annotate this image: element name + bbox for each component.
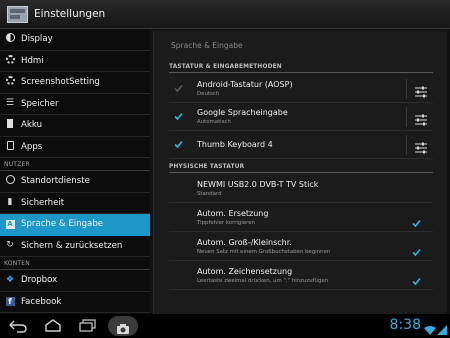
signal-icon	[437, 320, 447, 338]
lock-icon: ▮	[7, 197, 13, 208]
keyboard-row-thumb[interactable]: Thumb Keyboard 4	[169, 131, 433, 159]
sidebar-item-label: Akku	[21, 120, 43, 131]
system-navigation-bar: 8:38	[0, 314, 450, 338]
storage-icon: ☰	[5, 98, 15, 109]
keyboard-row-aosp[interactable]: Android-Tastatur (AOSP) Deutsch	[169, 75, 433, 103]
sidebar-item-label: Sicherheit	[21, 197, 65, 208]
sidebar-header-users: NUTZER	[0, 158, 150, 171]
location-icon	[3, 175, 17, 187]
dropbox-icon: ❖	[5, 274, 15, 285]
checkbox-checked[interactable]	[174, 112, 183, 121]
camera-icon	[116, 320, 130, 338]
sidebar-item-security[interactable]: ▮ Sicherheit	[0, 193, 150, 214]
home-icon[interactable]	[43, 318, 63, 337]
sidebar-item-language-input[interactable]: A Sprache & Eingabe	[0, 214, 150, 236]
sidebar-item-label: Speicher	[21, 98, 59, 109]
sidebar-header-accounts: KONTEN	[0, 257, 150, 270]
sidebar: Display Hdmi ScreenshotSetting ☰ Speiche…	[0, 29, 150, 314]
keyboard-label: Thumb Keyboard 4	[197, 140, 273, 149]
status-clock[interactable]: 8:38	[390, 317, 421, 333]
display-icon	[3, 33, 17, 45]
back-icon[interactable]	[8, 318, 28, 337]
option-label: Autom. Zeichensetzung	[197, 267, 293, 276]
backup-icon: ↻	[6, 240, 14, 251]
keyboard-sub: Deutsch	[197, 91, 220, 97]
sidebar-item-storage[interactable]: ☰ Speicher	[0, 94, 150, 115]
option-auto-caps[interactable]: Autom. Groß-/Kleinschr. Neuen Satz mit e…	[169, 232, 433, 261]
device-label: NEWMI USB2.0 DVB-T TV Stick	[197, 180, 319, 189]
checkbox-disabled	[174, 84, 183, 93]
sidebar-item-location[interactable]: Standortdienste	[0, 171, 150, 193]
checkbox-checked[interactable]	[412, 242, 421, 257]
facebook-icon: f	[3, 296, 17, 307]
section-header-physical: PHYSISCHE TASTATUR	[169, 164, 433, 173]
sidebar-item-hdmi[interactable]: Hdmi	[0, 51, 150, 72]
option-auto-punctuate[interactable]: Autom. Zeichensetzung Leertaste zweimal …	[169, 261, 433, 290]
sidebar-item-battery[interactable]: Akku	[0, 115, 150, 137]
option-sub: Neuen Satz mit einem Großbuchstaben begi…	[197, 249, 331, 255]
sidebar-item-label: Sichern & zurücksetzen	[21, 240, 123, 251]
sidebar-item-label: Sprache & Eingabe	[21, 219, 104, 230]
keyboard-label: Android-Tastatur (AOSP)	[197, 80, 293, 89]
keyboard-row-google-voice[interactable]: Google Spracheingabe Automatisch	[169, 103, 433, 131]
section-header-keyboards: TASTATUR & EINGABEMETHODEN	[169, 64, 433, 73]
keyboard-sub: Automatisch	[197, 119, 231, 125]
content-pane: Sprache & Eingabe TASTATUR & EINGABEMETH…	[150, 29, 450, 314]
settings-gear-icon	[3, 76, 17, 88]
action-bar: Einstellungen	[0, 0, 450, 29]
option-sub: Tippfehler korrigieren	[197, 220, 255, 226]
checkbox-checked[interactable]	[412, 271, 421, 286]
sidebar-item-label: Standortdienste	[21, 176, 90, 187]
sidebar-item-backup-reset[interactable]: ↻ Sichern & zurücksetzen	[0, 236, 150, 257]
app-title: Einstellungen	[34, 8, 106, 20]
sidebar-item-apps[interactable]: Apps	[0, 137, 150, 158]
sidebar-item-label: Display	[21, 34, 53, 45]
page-title: Sprache & Eingabe	[171, 41, 243, 50]
checkbox-checked[interactable]	[412, 213, 421, 228]
sidebar-item-label: Hdmi	[21, 55, 44, 66]
tune-settings-icon[interactable]	[414, 111, 428, 126]
apps-icon	[3, 140, 17, 153]
keyboard-label: Google Spracheingabe	[197, 108, 288, 117]
recents-icon[interactable]	[77, 318, 97, 337]
option-sub: Leertaste zweimal drücken, um "." hinzuz…	[197, 278, 329, 284]
sidebar-item-label: Dropbox	[21, 275, 58, 286]
sidebar-item-label: Facebook	[21, 296, 62, 307]
settings-panel: Sprache & Eingabe TASTATUR & EINGABEMETH…	[153, 31, 447, 314]
sidebar-item-dropbox[interactable]: ❖ Dropbox	[0, 270, 150, 292]
sidebar-item-display[interactable]: Display	[0, 29, 150, 51]
wifi-icon	[424, 320, 436, 338]
physical-keyboard-device[interactable]: NEWMI USB2.0 DVB-T TV Stick Standard	[169, 175, 433, 203]
screenshot-button[interactable]	[108, 316, 138, 336]
option-label: Autom. Ersetzung	[197, 209, 269, 218]
sidebar-item-facebook[interactable]: f Facebook	[0, 292, 150, 313]
tune-settings-icon[interactable]	[414, 139, 428, 154]
device-sub: Standard	[197, 191, 222, 197]
keyboard-icon: A	[5, 219, 15, 229]
settings-gear-icon	[3, 54, 17, 67]
tune-settings-icon[interactable]	[414, 83, 428, 98]
option-label: Autom. Groß-/Kleinschr.	[197, 238, 292, 247]
sidebar-item-label: Apps	[21, 141, 43, 152]
sidebar-item-label: ScreenshotSetting	[21, 77, 100, 88]
sidebar-item-screenshot-setting[interactable]: ScreenshotSetting	[0, 72, 150, 94]
checkbox-checked[interactable]	[174, 140, 183, 149]
settings-app-icon[interactable]	[7, 5, 28, 23]
battery-icon	[3, 119, 17, 131]
option-auto-replace[interactable]: Autom. Ersetzung Tippfehler korrigieren	[169, 203, 433, 232]
